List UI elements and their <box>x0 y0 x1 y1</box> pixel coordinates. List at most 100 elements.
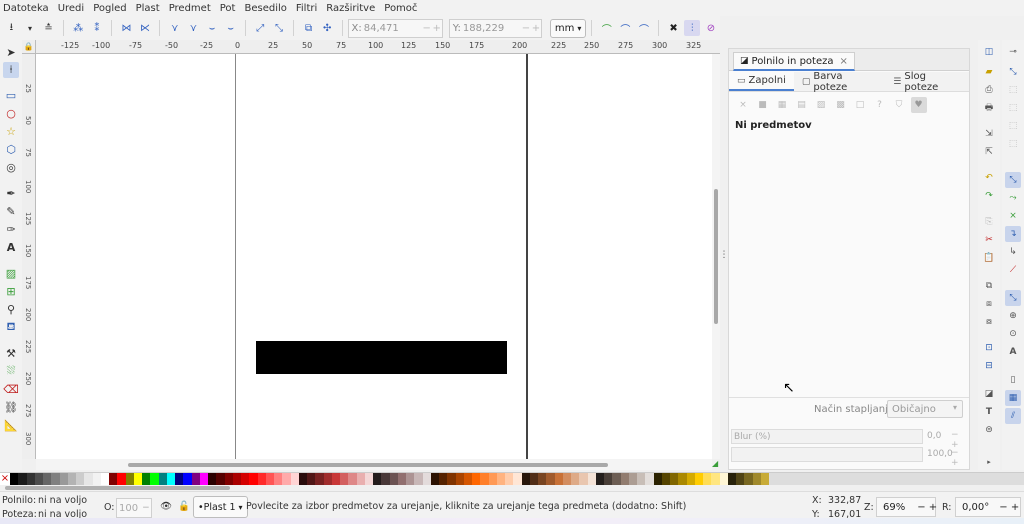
text-tool-icon[interactable]: A <box>3 239 19 255</box>
color-swatch[interactable] <box>513 473 522 485</box>
menu-item[interactable]: Besedilo <box>244 3 286 14</box>
color-swatch[interactable] <box>422 473 431 485</box>
color-swatch[interactable] <box>315 473 324 485</box>
color-swatch[interactable] <box>628 473 637 485</box>
marker-icon[interactable]: ⛉ <box>891 97 907 113</box>
unit-selector[interactable]: mm ▾ <box>549 18 587 38</box>
insert-node-icon[interactable]: ⁂ <box>70 20 86 36</box>
menu-item[interactable]: Pogled <box>93 3 126 14</box>
show-handles-icon[interactable]: ⌒ <box>599 20 615 36</box>
color-swatch[interactable] <box>18 473 27 485</box>
gradient-tool-icon[interactable]: ▨ <box>3 265 19 281</box>
mesh-tool-icon[interactable]: ⊞ <box>3 283 19 299</box>
color-swatch[interactable] <box>562 473 571 485</box>
menu-item[interactable]: Pomoč <box>384 3 417 14</box>
heart-icon[interactable]: ♥ <box>910 97 927 113</box>
color-swatch[interactable] <box>158 473 167 485</box>
snap-rotation-center-icon[interactable]: ⊙ <box>1005 326 1021 342</box>
color-swatch[interactable] <box>92 473 101 485</box>
save-icon[interactable]: ⎙ <box>981 82 997 98</box>
dropdown-arrow-icon[interactable]: ▾ <box>22 20 38 36</box>
deselect-icon[interactable]: ≛ <box>41 20 57 36</box>
y-increment-button[interactable]: + <box>531 23 541 34</box>
color-swatch[interactable] <box>389 473 398 485</box>
swatch-icon[interactable]: □ <box>852 97 868 113</box>
delete-segment-icon[interactable]: ⋎ <box>186 20 202 36</box>
color-swatch[interactable] <box>373 473 382 485</box>
copy-icon[interactable]: ⎘ <box>981 214 997 230</box>
color-swatch[interactable] <box>505 473 514 485</box>
ruler-corner-lock-icon[interactable]: 🔒 <box>22 40 36 54</box>
clip-mask-edit-icon[interactable]: ⊘ <box>703 20 719 36</box>
rectangle-tool-icon[interactable]: ▭ <box>3 87 19 103</box>
color-swatch[interactable] <box>364 473 373 485</box>
show-bbox-icon[interactable]: ⫶ <box>684 20 701 36</box>
snap-bbox-corner-icon[interactable]: ⬚ <box>1005 100 1021 116</box>
palette-scroll-thumb[interactable] <box>5 486 230 490</box>
y-decrement-button[interactable]: − <box>521 23 531 34</box>
x-decrement-button[interactable]: − <box>422 23 432 34</box>
star-tool-icon[interactable]: ☆ <box>3 123 19 139</box>
new-document-icon[interactable]: ◫ <box>981 44 997 60</box>
color-swatch[interactable] <box>59 473 68 485</box>
color-swatch[interactable] <box>521 473 530 485</box>
show-outline-icon[interactable]: ⌒ <box>618 20 634 36</box>
color-swatch[interactable] <box>274 473 283 485</box>
color-swatch[interactable] <box>678 473 687 485</box>
color-swatch[interactable] <box>142 473 151 485</box>
join-segment-icon[interactable]: ⋎ <box>167 20 183 36</box>
spiral-tool-icon[interactable]: ◎ <box>3 159 19 175</box>
tab-stroke-style[interactable]: ☰ Slog poteze <box>885 71 969 93</box>
delete-node-icon[interactable]: ⁑ <box>89 20 105 36</box>
x-coordinate-field[interactable]: X: 84,471 − + <box>347 18 443 38</box>
color-swatch[interactable] <box>554 473 563 485</box>
menu-item[interactable]: Filtri <box>296 3 317 14</box>
opacity-stepper-buttons[interactable]: −+ <box>951 448 969 468</box>
pen-tool-icon[interactable]: ✒ <box>3 185 19 201</box>
connector-tool-icon[interactable]: ⛓ <box>3 399 19 415</box>
snap-page-border-icon[interactable]: ▯ <box>1005 372 1021 388</box>
3d-box-tool-icon[interactable]: ⬡ <box>3 141 19 157</box>
rotation-stepper-buttons[interactable]: − + <box>999 502 1019 513</box>
layers-icon[interactable]: ⊜ <box>981 422 997 438</box>
vertical-scroll-thumb[interactable] <box>714 189 718 324</box>
color-swatch[interactable] <box>307 473 316 485</box>
color-swatch[interactable] <box>241 473 250 485</box>
color-swatch[interactable] <box>653 473 662 485</box>
snap-toggle-icon[interactable]: ⊸ <box>1005 44 1021 60</box>
group-icon[interactable]: ⊡ <box>981 340 997 356</box>
select-all-icon[interactable]: ⭳ <box>4 20 20 36</box>
color-swatch[interactable] <box>670 473 679 485</box>
menu-item[interactable]: Plast <box>136 3 160 14</box>
lock-icon[interactable]: 🔓 <box>178 501 190 512</box>
segment-curve-icon[interactable]: ⤡ <box>271 20 287 36</box>
color-swatch[interactable] <box>257 473 266 485</box>
color-swatch[interactable] <box>191 473 200 485</box>
color-swatch[interactable] <box>76 473 85 485</box>
color-swatch[interactable] <box>298 473 307 485</box>
color-swatch[interactable] <box>661 473 670 485</box>
menu-item[interactable]: Uredi <box>58 3 85 14</box>
eraser-tool-icon[interactable]: ⌫ <box>3 381 19 397</box>
snap-bbox-midpoint-icon[interactable]: ⬚ <box>1005 118 1021 134</box>
color-swatch[interactable] <box>109 473 118 485</box>
color-swatch[interactable] <box>216 473 225 485</box>
color-swatch[interactable] <box>348 473 357 485</box>
snap-nodes-icon[interactable]: ⤡ <box>1005 172 1021 188</box>
transform-handles-icon[interactable]: ✖ <box>666 20 682 36</box>
redo-icon[interactable]: ↷ <box>981 188 997 204</box>
color-swatch[interactable] <box>26 473 35 485</box>
color-swatch[interactable] <box>340 473 349 485</box>
color-swatch[interactable] <box>282 473 291 485</box>
color-swatch[interactable] <box>538 473 547 485</box>
text-font-icon[interactable]: T <box>981 404 997 420</box>
menu-item[interactable]: Razširitve <box>326 3 375 14</box>
dropper-tool-icon[interactable]: ⚲ <box>3 301 19 317</box>
color-swatch[interactable] <box>686 473 695 485</box>
color-swatch[interactable] <box>744 473 753 485</box>
fill-stroke-icon[interactable]: ◪ <box>981 386 997 402</box>
color-swatch[interactable] <box>208 473 217 485</box>
color-swatch[interactable] <box>150 473 159 485</box>
snap-bbox-center-icon[interactable]: ⬚ <box>1005 136 1021 152</box>
color-swatch[interactable] <box>645 473 654 485</box>
